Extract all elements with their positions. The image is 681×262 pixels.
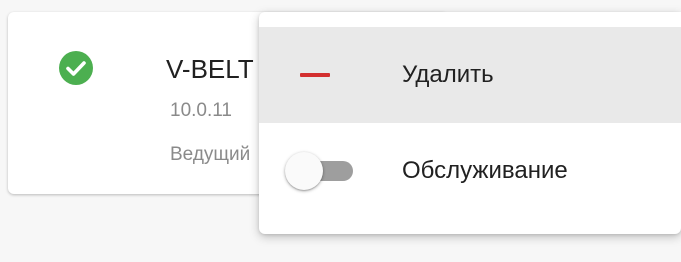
menu-item-label: Удалить bbox=[402, 61, 494, 88]
context-menu: Удалить Обслуживание bbox=[259, 12, 681, 234]
server-ip: 10.0.11 bbox=[170, 100, 232, 121]
minus-icon bbox=[300, 73, 330, 77]
menu-item-delete[interactable]: Удалить bbox=[259, 27, 681, 123]
toggle-thumb bbox=[285, 152, 323, 190]
menu-item-label: Обслуживание bbox=[402, 157, 568, 184]
menu-item-maintenance[interactable]: Обслуживание bbox=[259, 123, 681, 219]
check-circle-icon bbox=[58, 50, 94, 86]
server-name: V-BELT bbox=[166, 54, 254, 84]
server-role: Ведущий bbox=[170, 144, 251, 165]
maintenance-toggle[interactable] bbox=[283, 151, 357, 191]
